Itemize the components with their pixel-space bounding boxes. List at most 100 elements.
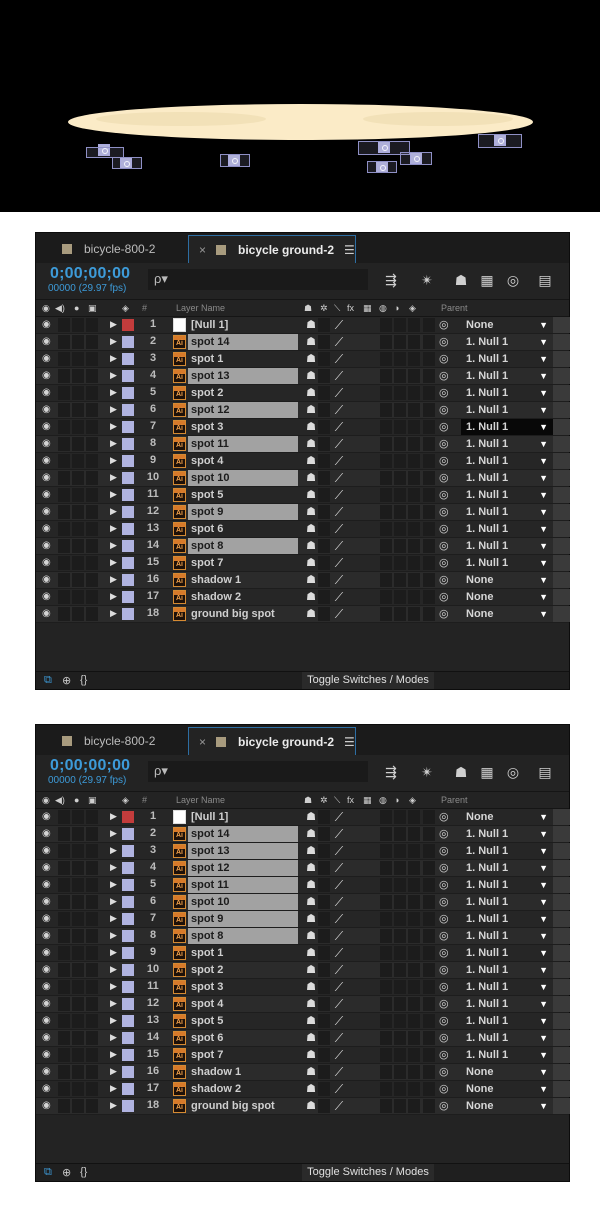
label-color-swatch[interactable] xyxy=(122,336,134,348)
frame-blend-toggle-icon[interactable]: ▦ xyxy=(478,271,496,289)
shy-switch-icon[interactable]: ☗ xyxy=(304,1065,318,1079)
layer-row[interactable]: ◉ ▶ 18 ground big spot ☗ ⟋ ◎ None ▼ xyxy=(36,606,570,623)
layer-name[interactable]: shadow 2 xyxy=(188,589,298,605)
panel-menu-icon[interactable]: ☰ xyxy=(344,243,355,257)
switch-cell[interactable] xyxy=(58,1099,70,1113)
switch-cell[interactable] xyxy=(380,556,392,570)
quality-switch-icon[interactable]: ⟋ xyxy=(332,980,346,994)
quality-switch-icon[interactable]: ⟋ xyxy=(332,420,346,434)
layer-row[interactable]: ◉ ▶ 5 spot 11 ☗ ⟋ ◎ 1. Null 1 ▼ xyxy=(36,877,570,894)
switch-cell[interactable] xyxy=(394,386,406,400)
switch-cell[interactable] xyxy=(86,980,98,994)
switch-cell[interactable] xyxy=(318,556,330,570)
switch-cell[interactable] xyxy=(86,997,98,1011)
switch-cell[interactable] xyxy=(423,522,435,536)
switch-cell[interactable] xyxy=(86,1065,98,1079)
composition-viewer[interactable] xyxy=(0,0,600,212)
eye-icon[interactable]: ◉ xyxy=(42,506,54,518)
switch-cell[interactable] xyxy=(380,878,392,892)
eye-icon[interactable]: ◉ xyxy=(42,1015,54,1027)
flowchart-icon[interactable]: ⇶ xyxy=(382,271,400,289)
parent-dropdown[interactable]: 1. Null 1 ▼ xyxy=(461,945,553,961)
switch-cell[interactable] xyxy=(72,1031,84,1045)
label-color-swatch[interactable] xyxy=(122,472,134,484)
shy-switch-icon[interactable]: ☗ xyxy=(304,861,318,875)
switch-cell[interactable] xyxy=(86,556,98,570)
switch-cell[interactable] xyxy=(394,420,406,434)
switch-cell[interactable] xyxy=(318,1099,330,1113)
layer-row[interactable]: ◉ ▶ 14 spot 6 ☗ ⟋ ◎ 1. Null 1 ▼ xyxy=(36,1030,570,1047)
switch-cell[interactable] xyxy=(408,590,420,604)
pickwhip-icon[interactable]: ◎ xyxy=(439,539,449,552)
transfer-controls-pane-icon[interactable]: ⊕ xyxy=(62,1166,71,1179)
pickwhip-icon[interactable]: ◎ xyxy=(439,1014,449,1027)
switch-cell[interactable] xyxy=(72,963,84,977)
switch-cell[interactable] xyxy=(423,539,435,553)
shy-switch-icon[interactable]: ☗ xyxy=(304,471,318,485)
switch-cell[interactable] xyxy=(423,929,435,943)
switch-cell[interactable] xyxy=(394,878,406,892)
expand-triangle-icon[interactable]: ▶ xyxy=(110,370,117,381)
switch-cell[interactable] xyxy=(423,980,435,994)
tab-bicycle-800-2[interactable]: bicycle-800-2 xyxy=(62,727,192,755)
switch-cell[interactable] xyxy=(423,335,435,349)
layer-row[interactable]: ◉ ▶ 4 spot 12 ☗ ⟋ ◎ 1. Null 1 ▼ xyxy=(36,860,570,877)
switch-cell[interactable] xyxy=(423,946,435,960)
layer-name[interactable]: spot 4 xyxy=(188,453,298,469)
quality-switch-icon[interactable]: ⟋ xyxy=(332,369,346,383)
layer-row[interactable]: ◉ ▶ 15 spot 7 ☗ ⟋ ◎ 1. Null 1 ▼ xyxy=(36,1047,570,1064)
label-color-swatch[interactable] xyxy=(122,998,134,1010)
switch-cell[interactable] xyxy=(380,1099,392,1113)
expand-triangle-icon[interactable]: ▶ xyxy=(110,862,117,873)
switch-cell[interactable] xyxy=(394,980,406,994)
shy-toggle-icon[interactable]: ☗ xyxy=(452,763,470,781)
switch-cell[interactable] xyxy=(72,1099,84,1113)
fx-icon[interactable]: fx xyxy=(347,795,354,805)
label-color-swatch[interactable] xyxy=(122,964,134,976)
switch-cell[interactable] xyxy=(423,895,435,909)
switch-cell[interactable] xyxy=(318,607,330,621)
in-out-pane-icon[interactable]: {} xyxy=(80,674,87,686)
switch-cell[interactable] xyxy=(58,929,70,943)
switch-cell[interactable] xyxy=(394,556,406,570)
switch-cell[interactable] xyxy=(58,997,70,1011)
switch-cell[interactable] xyxy=(318,980,330,994)
panel-menu-icon[interactable]: ☰ xyxy=(344,735,355,749)
switch-cell[interactable] xyxy=(408,454,420,468)
expand-triangle-icon[interactable]: ▶ xyxy=(110,913,117,924)
shy-switch-icon[interactable]: ☗ xyxy=(304,403,318,417)
expand-triangle-icon[interactable]: ▶ xyxy=(110,828,117,839)
shy-switch-icon[interactable]: ☗ xyxy=(304,1099,318,1113)
switch-cell[interactable] xyxy=(423,963,435,977)
flowchart-icon[interactable]: ⇶ xyxy=(382,763,400,781)
pickwhip-icon[interactable]: ◎ xyxy=(439,827,449,840)
expand-triangle-icon[interactable]: ▶ xyxy=(110,1032,117,1043)
switch-cell[interactable] xyxy=(394,1099,406,1113)
eye-icon[interactable]: ◉ xyxy=(42,608,54,620)
layer-name[interactable]: spot 7 xyxy=(188,555,298,571)
layer-name[interactable]: spot 1 xyxy=(188,351,298,367)
eye-icon[interactable]: ◉ xyxy=(42,981,54,993)
layer-row[interactable]: ◉ ▶ 8 spot 8 ☗ ⟋ ◎ 1. Null 1 ▼ xyxy=(36,928,570,945)
switch-cell[interactable] xyxy=(58,403,70,417)
pickwhip-icon[interactable]: ◎ xyxy=(439,488,449,501)
switch-cell[interactable] xyxy=(318,590,330,604)
switch-cell[interactable] xyxy=(394,844,406,858)
shy-switch-icon[interactable]: ☗ xyxy=(304,878,318,892)
switch-cell[interactable] xyxy=(423,1065,435,1079)
eye-icon[interactable]: ◉ xyxy=(42,795,50,806)
switch-cell[interactable] xyxy=(58,878,70,892)
quality-switch-icon[interactable]: ⟋ xyxy=(332,318,346,332)
switch-cell[interactable] xyxy=(394,437,406,451)
switch-cell[interactable] xyxy=(380,488,392,502)
pickwhip-icon[interactable]: ◎ xyxy=(439,437,449,450)
motion-blur-toggle-icon[interactable]: ◎ xyxy=(504,763,522,781)
switch-cell[interactable] xyxy=(86,420,98,434)
switch-cell[interactable] xyxy=(380,1031,392,1045)
switch-cell[interactable] xyxy=(318,895,330,909)
layer-name[interactable]: spot 13 xyxy=(188,843,298,859)
switch-cell[interactable] xyxy=(380,1048,392,1062)
quality-switch-icon[interactable]: ⟋ xyxy=(332,488,346,502)
shy-icon[interactable]: ☗ xyxy=(304,795,312,806)
pickwhip-icon[interactable]: ◎ xyxy=(439,963,449,976)
